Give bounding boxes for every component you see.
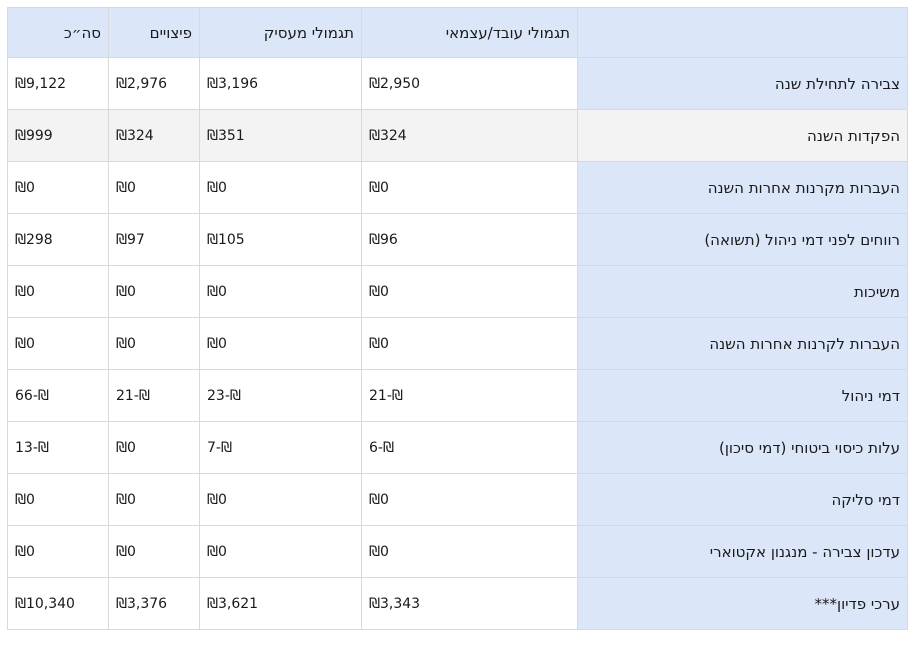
table-row: הפקדות השנה ₪324 ₪351 ₪324 ₪999	[7, 109, 908, 162]
cell-severance: ₪0	[108, 265, 200, 318]
cell-employee: ₪96	[361, 213, 578, 266]
cell-employer: ₪-7	[199, 421, 362, 474]
cell-employer: ₪0	[199, 525, 362, 578]
header-severance: פיצויים	[108, 7, 200, 58]
cell-employee: ₪-21	[361, 369, 578, 422]
table-row: רווחים לפני דמי ניהול (תשואה) ₪96 ₪105 ₪97 ₪…	[7, 213, 908, 266]
table-row: ערכי פדיון*** ₪3,343 ₪3,621 ₪3,376 ₪10,340	[7, 577, 908, 630]
cell-total: ₪999	[7, 109, 109, 162]
cell-severance: ₪0	[108, 525, 200, 578]
table-row: העברות מקרנות אחרות השנה ₪0 ₪0 ₪0 ₪0	[7, 161, 908, 214]
cell-total: ₪10,340	[7, 577, 109, 630]
table-row: העברות לקרנות אחרות השנה ₪0 ₪0 ₪0 ₪0	[7, 317, 908, 370]
cell-employee: ₪0	[361, 473, 578, 526]
cell-employer: ₪0	[199, 473, 362, 526]
cell-severance: ₪324	[108, 109, 200, 162]
table-row: דמי ניהול ₪-21 ₪-23 ₪-21 ₪-66	[7, 369, 908, 422]
table-row: משיכות ₪0 ₪0 ₪0 ₪0	[7, 265, 908, 318]
header-employer-contributions: תגמולי מעסיק	[199, 7, 362, 58]
table-row: עדכון צבירה - מנגנון אקטוארי ₪0 ₪0 ₪0 ₪0	[7, 525, 908, 578]
cell-severance: ₪0	[108, 421, 200, 474]
cell-employee: ₪324	[361, 109, 578, 162]
cell-severance: ₪0	[108, 473, 200, 526]
cell-total: ₪0	[7, 473, 109, 526]
row-label: רווחים לפני דמי ניהול (תשואה)	[577, 213, 908, 266]
cell-employee: ₪0	[361, 525, 578, 578]
cell-employer: ₪0	[199, 317, 362, 370]
row-label: דמי סליקה	[577, 473, 908, 526]
table-row: צבירה לתחילת שנה ₪2,950 ₪3,196 ₪2,976 ₪9,122	[7, 57, 908, 110]
cell-total: ₪0	[7, 525, 109, 578]
row-label: עדכון צבירה - מנגנון אקטוארי	[577, 525, 908, 578]
row-label: הפקדות השנה	[577, 109, 908, 162]
cell-severance: ₪97	[108, 213, 200, 266]
cell-total: ₪298	[7, 213, 109, 266]
row-label: עלות כיסוי ביטוחי (דמי סיכון)	[577, 421, 908, 474]
cell-employee: ₪0	[361, 265, 578, 318]
table-body: צבירה לתחילת שנה ₪2,950 ₪3,196 ₪2,976 ₪9,122…	[7, 57, 908, 630]
cell-severance: ₪-21	[108, 369, 200, 422]
header-row-label-column	[577, 7, 908, 58]
cell-employee: ₪3,343	[361, 577, 578, 630]
cell-employer: ₪0	[199, 161, 362, 214]
row-label: ערכי פדיון***	[577, 577, 908, 630]
cell-total: ₪0	[7, 317, 109, 370]
row-label: העברות מקרנות אחרות השנה	[577, 161, 908, 214]
cell-severance: ₪0	[108, 161, 200, 214]
table-row: עלות כיסוי ביטוחי (דמי סיכון) ₪-6 ₪-7 ₪0 ₪-1…	[7, 421, 908, 474]
cell-employer: ₪-23	[199, 369, 362, 422]
pension-summary-table: תגמולי עובד/עצמאי תגמולי מעסיק פיצויים ס…	[7, 7, 908, 630]
cell-employer: ₪3,196	[199, 57, 362, 110]
cell-employee: ₪2,950	[361, 57, 578, 110]
row-label: העברות לקרנות אחרות השנה	[577, 317, 908, 370]
row-label: משיכות	[577, 265, 908, 318]
cell-employer: ₪105	[199, 213, 362, 266]
table-header-row: תגמולי עובד/עצמאי תגמולי מעסיק פיצויים ס…	[7, 7, 908, 58]
header-total: סה״כ	[7, 7, 109, 58]
cell-total: ₪-66	[7, 369, 109, 422]
cell-employer: ₪0	[199, 265, 362, 318]
cell-total: ₪0	[7, 161, 109, 214]
cell-severance: ₪2,976	[108, 57, 200, 110]
cell-total: ₪0	[7, 265, 109, 318]
cell-severance: ₪3,376	[108, 577, 200, 630]
row-label: צבירה לתחילת שנה	[577, 57, 908, 110]
cell-employee: ₪0	[361, 161, 578, 214]
cell-employee: ₪-6	[361, 421, 578, 474]
cell-severance: ₪0	[108, 317, 200, 370]
row-label: דמי ניהול	[577, 369, 908, 422]
cell-employer: ₪351	[199, 109, 362, 162]
cell-employee: ₪0	[361, 317, 578, 370]
header-employee-contributions: תגמולי עובד/עצמאי	[361, 7, 578, 58]
cell-total: ₪-13	[7, 421, 109, 474]
table-row: דמי סליקה ₪0 ₪0 ₪0 ₪0	[7, 473, 908, 526]
cell-employer: ₪3,621	[199, 577, 362, 630]
cell-total: ₪9,122	[7, 57, 109, 110]
report-table-container: תגמולי עובד/עצמאי תגמולי מעסיק פיצויים ס…	[7, 7, 908, 630]
